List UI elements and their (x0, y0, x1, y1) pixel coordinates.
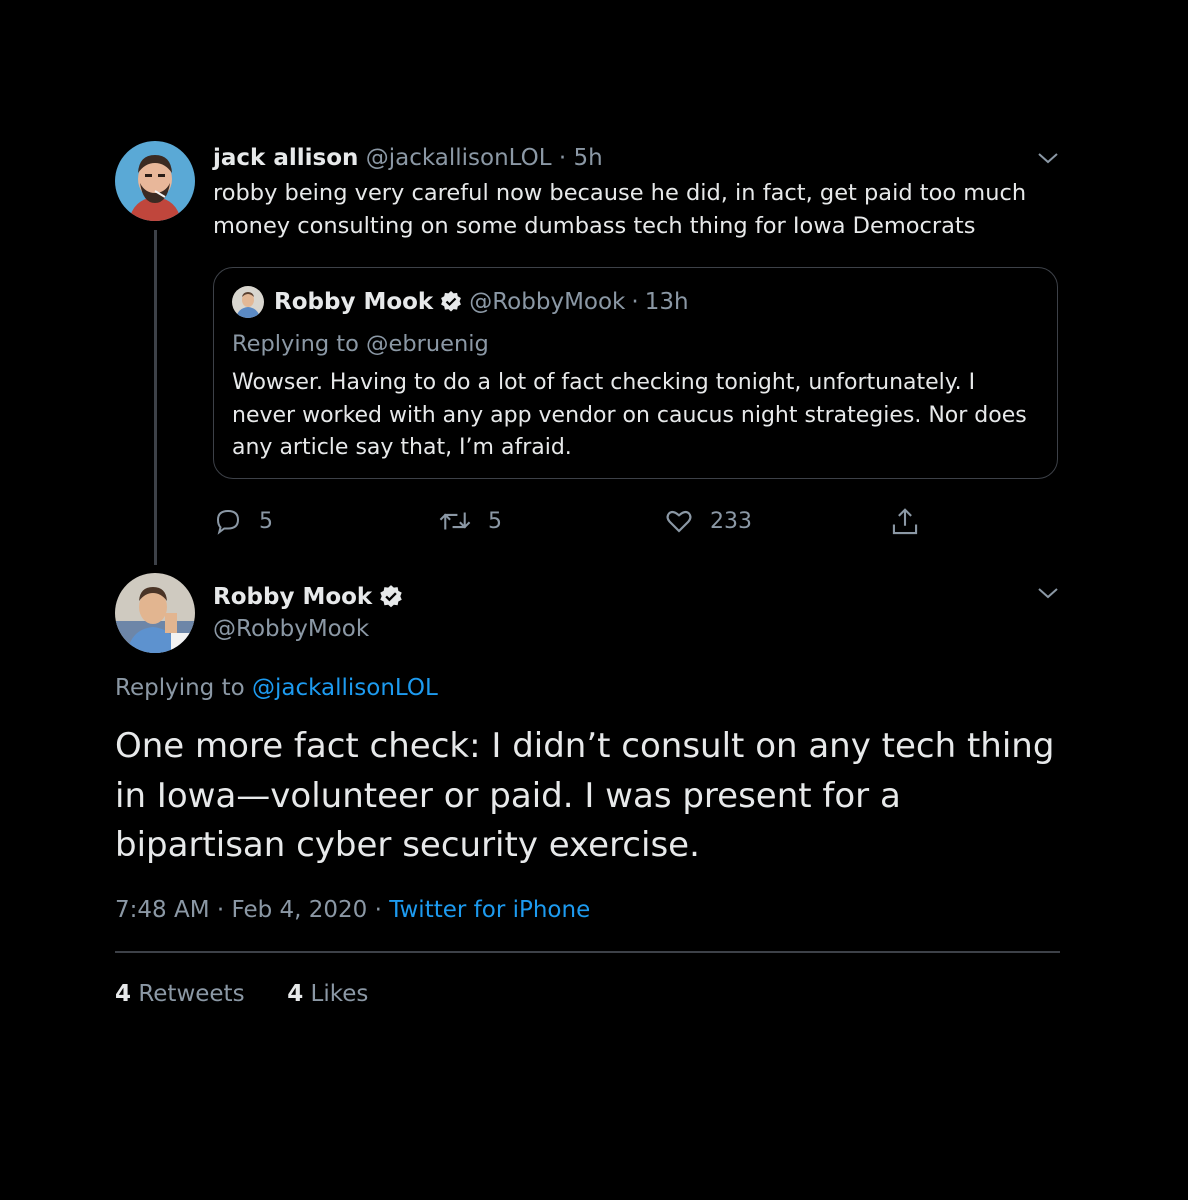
replying-to-handle-link[interactable]: @jackallisonLOL (252, 675, 438, 701)
chevron-down-icon[interactable] (1036, 581, 1060, 605)
chevron-down-icon[interactable] (1036, 146, 1060, 170)
retweets-stat[interactable]: 4 Retweets (115, 981, 245, 1007)
stats-divider (115, 951, 1060, 953)
likes-count: 4 (287, 981, 304, 1007)
heart-icon (666, 510, 692, 533)
quoted-tweet-text: Wowser. Having to do a lot of fact check… (232, 370, 1027, 460)
retweet-action[interactable]: 5 (438, 506, 502, 536)
quoted-separator: · (631, 289, 639, 315)
verified-badge-icon (441, 291, 462, 312)
jack-allison-avatar[interactable] (115, 141, 195, 221)
tweet-time[interactable]: 7:48 AM (115, 897, 210, 923)
main-author-name[interactable]: Robby Mook (213, 580, 372, 614)
main-replying-to: Replying to @jackallisonLOL (115, 671, 438, 705)
like-count: 233 (710, 508, 752, 534)
reply-icon (216, 509, 240, 535)
share-action[interactable] (890, 506, 936, 538)
reply-author-handle[interactable]: @jackallisonLOL (366, 145, 552, 171)
reply-action[interactable]: 5 (213, 506, 273, 536)
header-separator: · (558, 145, 567, 171)
retweets-label: Retweets (138, 981, 245, 1007)
quoted-tweet-time[interactable]: 13h (645, 284, 689, 320)
verified-badge-icon (380, 585, 402, 608)
like-action[interactable]: 233 (664, 506, 752, 536)
retweet-count: 5 (488, 508, 502, 534)
quoted-replying-to: Replying to @ebruenig (232, 331, 489, 357)
reply-count: 5 (259, 508, 273, 534)
share-icon (892, 508, 918, 535)
replying-to-label: Replying to (115, 675, 245, 701)
reply-author-name[interactable]: jack allison (213, 145, 358, 171)
reply-tweet-header: jack allison @jackallisonLOL · 5h (213, 140, 603, 176)
reply-tweet-time[interactable]: 5h (574, 145, 603, 171)
main-author-handle[interactable]: @RobbyMook (213, 612, 369, 646)
robby-mook-small-avatar (232, 286, 264, 318)
retweets-count: 4 (115, 981, 132, 1007)
meta-separator: · (216, 897, 225, 923)
meta-separator: · (374, 897, 382, 923)
main-tweet-text: One more fact check: I didn’t consult on… (115, 726, 1055, 865)
reply-tweet-text: robby being very careful now because he … (213, 180, 1027, 239)
quoted-author-name[interactable]: Robby Mook (274, 284, 433, 320)
quoted-tweet-header: Robby Mook @RobbyMook · 13h (232, 284, 689, 320)
main-tweet-meta: 7:48 AM · Feb 4, 2020 · Twitter for iPho… (115, 893, 590, 927)
tweet-date[interactable]: Feb 4, 2020 (231, 897, 367, 923)
likes-stat[interactable]: 4 Likes (287, 981, 368, 1007)
engagement-stats: 4 Retweets 4 Likes (115, 977, 368, 1011)
thread-connector-line (154, 230, 157, 565)
tweet-source-link[interactable]: Twitter for iPhone (389, 897, 590, 923)
likes-label: Likes (310, 981, 369, 1007)
main-tweet-author: Robby Mook (213, 580, 410, 614)
quoted-author-handle[interactable]: @RobbyMook (469, 284, 625, 320)
robby-mook-avatar[interactable] (115, 573, 195, 653)
retweet-icon (439, 512, 471, 530)
